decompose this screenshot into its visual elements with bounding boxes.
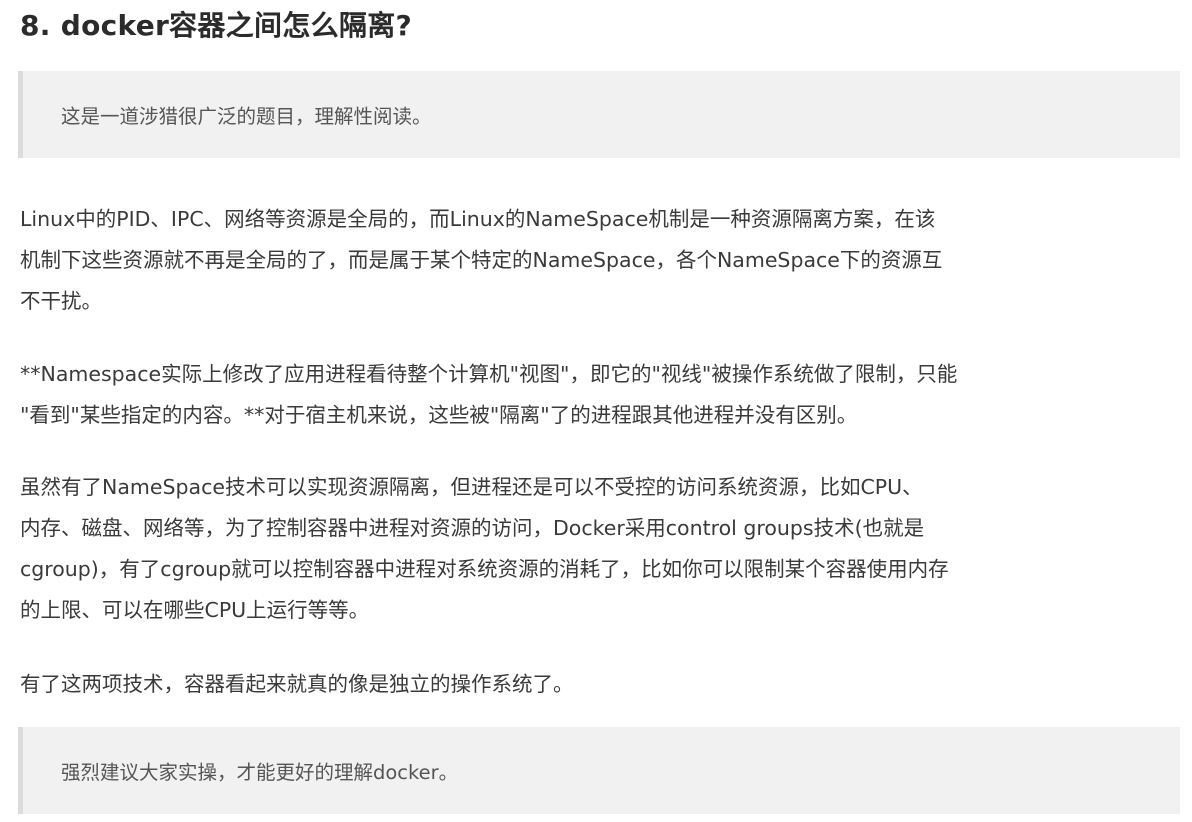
article: 8. docker容器之间怎么隔离? 这是一道涉猎很广泛的题目，理解性阅读。 L… [0,0,1192,822]
paragraph-line: "看到"某些指定的内容。**对于宿主机来说，这些被"隔离"了的进程跟其他进程并没… [20,403,858,427]
paragraph-cgroup: 虽然有了NameSpace技术可以实现资源隔离，但进程还是可以不受控的访问系统资… [20,467,1175,631]
blockquote-advice-text: 强烈建议大家实操，才能更好的理解docker。 [61,761,459,784]
paragraph-conclusion: 有了这两项技术，容器看起来就真的像是独立的操作系统了。 [20,664,1175,705]
paragraph-line: cgroup)，有了cgroup就可以控制容器中进程对系统资源的消耗了，比如你可… [20,557,949,581]
paragraph-line: 虽然有了NameSpace技术可以实现资源隔离，但进程还是可以不受控的访问系统资… [20,475,923,499]
blockquote-advice: 强烈建议大家实操，才能更好的理解docker。 [18,727,1180,814]
blockquote-intro: 这是一道涉猎很广泛的题目，理解性阅读。 [18,71,1180,158]
paragraph-line: 有了这两项技术，容器看起来就真的像是独立的操作系统了。 [20,672,574,696]
paragraph-line: **Namespace实际上修改了应用进程看待整个计算机"视图"，即它的"视线"… [20,362,958,386]
paragraph-line: 的上限、可以在哪些CPU上运行等等。 [20,598,370,622]
paragraph-line: 机制下这些资源就不再是全局的了，而是属于某个特定的NameSpace，各个Nam… [20,248,943,272]
paragraph-namespace-view: **Namespace实际上修改了应用进程看待整个计算机"视图"，即它的"视线"… [20,354,1175,436]
paragraph-line: Linux中的PID、IPC、网络等资源是全局的，而Linux的NameSpac… [20,207,936,231]
paragraph-line: 内存、磁盘、网络等，为了控制容器中进程对资源的访问，Docker采用contro… [20,516,925,540]
section-title: 8. docker容器之间怎么隔离? [20,9,413,42]
paragraph-line: 不干扰。 [20,289,102,313]
blockquote-intro-text: 这是一道涉猎很广泛的题目，理解性阅读。 [61,105,432,128]
paragraph-namespace-intro: Linux中的PID、IPC、网络等资源是全局的，而Linux的NameSpac… [20,199,1175,322]
